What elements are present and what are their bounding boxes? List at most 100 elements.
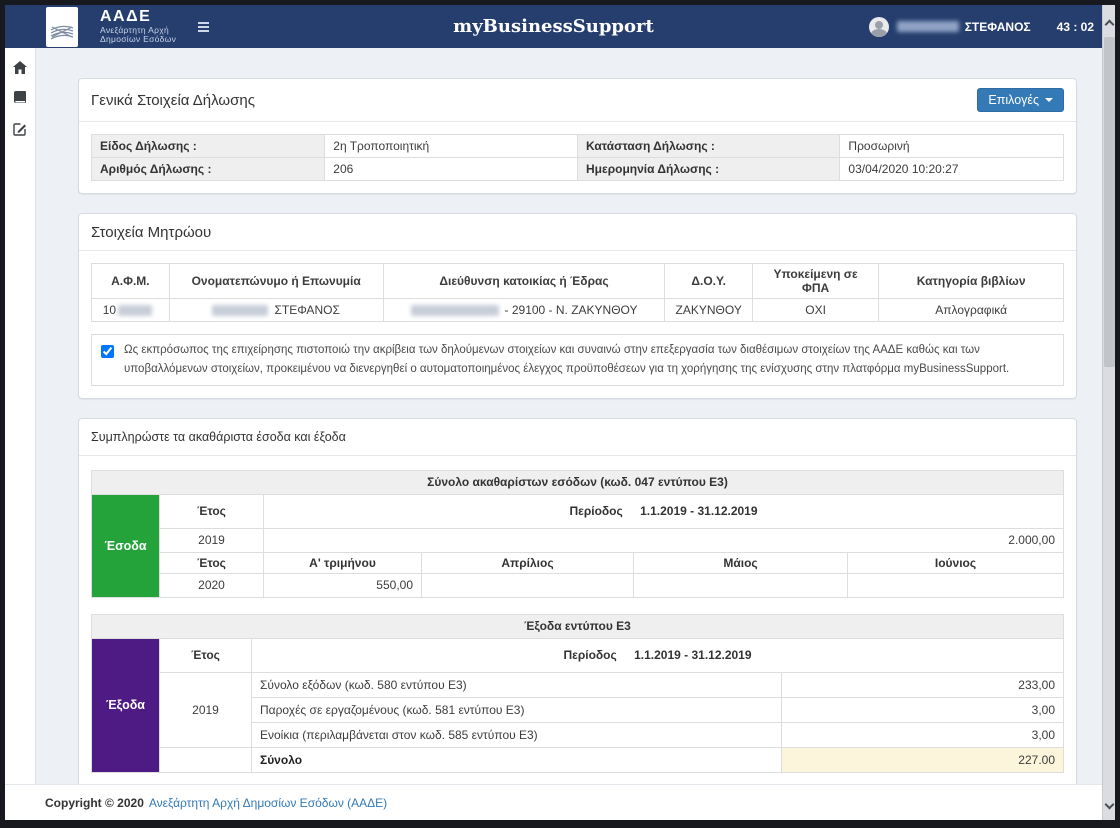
income-table: Σύνολο ακαθαρίστων εσόδων (κωδ. 047 εντύ…	[91, 469, 1064, 598]
scrollbar-down-icon[interactable]	[1104, 799, 1115, 810]
session-timer: 43 : 02	[1056, 19, 1094, 34]
registry-data-row: 10 ΣΤΕΦΑΝΟΣ - 29100 - Ν. ΖΑΚΥΝΘΟΥ ΖΑΚΥΝΘ…	[91, 298, 1064, 322]
income-2019-total-cell[interactable]: 2.000,00	[263, 527, 1064, 553]
doy-cell: ΖΑΚΥΝΘΟΥ	[664, 298, 753, 322]
income-expenses-panel: Συμπληρώστε τα ακαθάριστα έσοδα και έξοδ…	[78, 417, 1077, 784]
table-row: 2020 550,00	[92, 572, 1064, 598]
declaration-info-table: Είδος Δήλωσης : 2η Τροποποιητική Κατάστα…	[90, 134, 1064, 181]
income-year-2020: 2020	[159, 572, 264, 598]
redacted-user-name	[896, 21, 959, 32]
window-frame: ΑΑΔΕ Ανεξάρτητη Αρχή Δημοσίων Εσόδων myB…	[0, 0, 1120, 828]
column-header: Α.Φ.Μ.	[91, 263, 170, 299]
vertical-scrollbar[interactable]	[1102, 5, 1115, 820]
expenses-total-value-cell: 227.00	[781, 746, 1064, 773]
app-screen: ΑΑΔΕ Ανεξάρτητη Αρχή Δημοσίων Εσόδων myB…	[5, 5, 1115, 820]
field-label: Κατάσταση Δήλωσης :	[576, 134, 841, 158]
table-row: Αριθμός Δήλωσης : 206 Ημερομηνία Δήλωσης…	[90, 157, 1064, 181]
table-row: Είδος Δήλωσης : 2η Τροποποιητική Κατάστα…	[90, 134, 1064, 158]
redacted-name	[212, 305, 269, 317]
empty-year-cell	[159, 746, 252, 773]
table-row: 2019 2.000,00	[92, 527, 1064, 553]
income-expenses-title: Συμπληρώστε τα ακαθάριστα έσοδα και έξοδ…	[91, 429, 346, 444]
afm-cell: 10	[91, 298, 170, 322]
income-year-2019: 2019	[159, 527, 264, 553]
expense-employees-cell[interactable]: 3,00	[781, 696, 1064, 723]
books-cell: Απλογραφικά	[878, 298, 1064, 322]
expense-total-e3-cell[interactable]: 233,00	[781, 671, 1064, 698]
month-column-header: Απρίλιος	[421, 551, 634, 574]
consent-box: Ως εκπρόσωπος της επιχείρησης πιστοποιώ …	[91, 334, 1064, 386]
table-row: 2019 Σύνολο εξόδων (κωδ. 580 εντύπου Ε3)…	[92, 671, 1064, 748]
income-2020-q1-cell[interactable]: 550,00	[263, 572, 422, 598]
registry-panel-title: Στοιχεία Μητρώου	[91, 223, 212, 241]
field-value: 03/04/2020 10:20:27	[839, 157, 1064, 181]
income-2020-apr-cell[interactable]	[421, 572, 634, 598]
home-icon[interactable]	[12, 59, 28, 75]
consent-text: Ως εκπρόσωπος της επιχείρησης πιστοποιώ …	[124, 344, 1010, 375]
redacted-afm	[118, 305, 153, 317]
field-label: Είδος Δήλωσης :	[90, 134, 326, 158]
redacted-address	[410, 305, 499, 317]
field-label: Αριθμός Δήλωσης :	[90, 157, 326, 181]
column-header: Ονοματεπώνυμο ή Επωνυμία	[168, 263, 384, 299]
caret-down-icon	[1045, 98, 1053, 102]
expense-row-label: Παροχές σε εργαζομένους (κωδ. 581 εντύπο…	[251, 696, 782, 723]
expenses-year-2019: 2019	[159, 671, 252, 748]
options-button-label: Επιλογές	[988, 93, 1039, 107]
registry-table: Α.Φ.Μ. Ονοματεπώνυμο ή Επωνυμία Διεύθυνσ…	[91, 263, 1064, 322]
column-header: Διεύθυνση κατοικίας ή Έδρας	[382, 263, 666, 299]
main-content: Γενικά Στοιχεία Δήλωσης Επιλογές Είδος Δ…	[36, 48, 1102, 784]
copyright-text: Copyright © 2020	[45, 795, 144, 810]
general-declaration-panel: Γενικά Στοιχεία Δήλωσης Επιλογές Είδος Δ…	[78, 78, 1077, 194]
expenses-side-label: Έξοδα	[91, 637, 160, 773]
options-button[interactable]: Επιλογές	[977, 88, 1064, 112]
expenses-table: Έξοδα εντύπου Ε3 Έξοδα Έτος Περίοδος 1.1…	[91, 613, 1064, 773]
income-2020-jun-cell[interactable]	[847, 572, 1064, 598]
column-header: Δ.Ο.Υ.	[664, 263, 753, 299]
income-2020-may-cell[interactable]	[633, 572, 848, 598]
footer-aade-link[interactable]: Ανεξάρτητη Αρχή Δημοσίων Εσόδων (ΑΑΔΕ)	[149, 796, 387, 810]
year-label: Έτος	[159, 637, 252, 673]
user-name: ΣΤΕΦΑΝΟΣ	[964, 19, 1031, 34]
table-row: Έσοδα Έτος Περίοδος 1.1.2019 - 31.12.201…	[91, 493, 1064, 598]
expenses-table-header-row: Έξοδα εντύπου Ε3	[91, 613, 1064, 639]
footer: Copyright © 2020 Ανεξάρτητη Αρχή Δημοσίω…	[5, 784, 1102, 820]
scrollbar-thumb[interactable]	[1104, 37, 1115, 367]
name-cell: ΣΤΕΦΑΝΟΣ	[168, 298, 384, 322]
income-side-label: Έσοδα	[91, 493, 160, 598]
avatar-icon[interactable]	[868, 16, 889, 37]
year-label: Έτος	[159, 493, 264, 529]
column-header: Κατηγορία βιβλίων	[878, 263, 1064, 299]
field-label: Ημερομηνία Δήλωσης :	[576, 157, 841, 181]
expenses-total-label: Σύνολο	[251, 746, 782, 773]
expense-row-label: Σύνολο εξόδων (κωδ. 580 εντύπου Ε3)	[251, 671, 782, 698]
income-table-header-row: Σύνολο ακαθαρίστων εσόδων (κωδ. 047 εντύ…	[91, 469, 1064, 495]
registry-header-row: Α.Φ.Μ. Ονοματεπώνυμο ή Επωνυμία Διεύθυνσ…	[91, 263, 1064, 299]
registry-panel: Στοιχεία Μητρώου Α.Φ.Μ. Ονοματεπώνυμο ή …	[78, 213, 1077, 399]
month-column-header: Ιούνιος	[847, 551, 1064, 574]
vat-cell: ΟΧΙ	[751, 298, 880, 322]
table-row: Έξοδα Έτος Περίοδος 1.1.2019 - 31.12.201…	[91, 637, 1064, 773]
scrollbar-up-icon[interactable]	[1104, 17, 1115, 30]
left-sidebar	[5, 48, 36, 784]
top-navbar: ΑΑΔΕ Ανεξάρτητη Αρχή Δημοσίων Εσόδων myB…	[5, 5, 1102, 48]
edit-icon[interactable]	[12, 121, 28, 137]
income-table-header: Σύνολο ακαθαρίστων εσόδων (κωδ. 047 εντύ…	[91, 469, 1064, 495]
table-row: Έτος Α' τριμήνου Απρίλιος Μάιος Ιούνιος	[92, 551, 1064, 574]
expenses-period-cell: Περίοδος 1.1.2019 - 31.12.2019	[251, 637, 1064, 673]
expense-row-label: Ενοίκια (περιλαμβάνεται στον κωδ. 585 εν…	[251, 721, 782, 748]
book-icon[interactable]	[12, 90, 28, 106]
address-cell: - 29100 - Ν. ΖΑΚΥΝΘΟΥ	[382, 298, 666, 322]
month-column-header: Α' τριμήνου	[263, 551, 422, 574]
table-row: Σύνολο 227.00	[92, 746, 1064, 773]
field-value: 206	[324, 157, 578, 181]
consent-checkbox[interactable]	[101, 345, 114, 358]
field-value: Προσωρινή	[839, 134, 1064, 158]
general-panel-title: Γενικά Στοιχεία Δήλωσης	[91, 91, 255, 109]
column-header: Υποκείμενη σε ΦΠΑ	[751, 263, 880, 299]
field-value: 2η Τροποποιητική	[324, 134, 578, 158]
expense-rent-cell[interactable]: 3,00	[781, 721, 1064, 748]
expenses-table-header: Έξοδα εντύπου Ε3	[91, 613, 1064, 639]
year-label: Έτος	[159, 551, 264, 574]
month-column-header: Μάιος	[633, 551, 848, 574]
